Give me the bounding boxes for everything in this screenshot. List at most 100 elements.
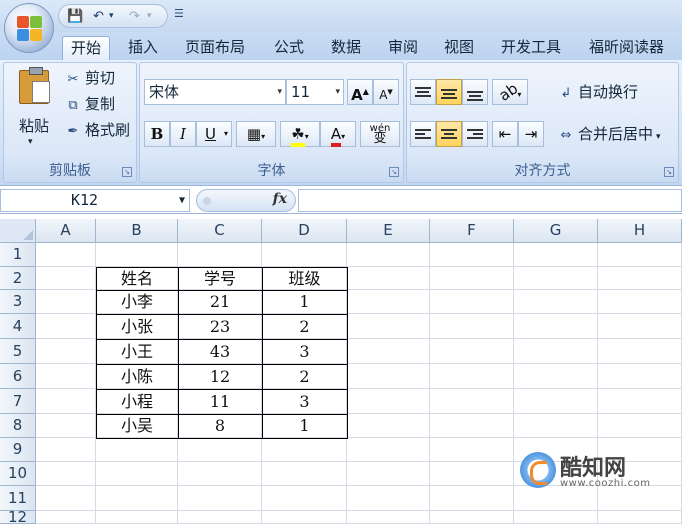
grid-cell[interactable] (178, 462, 262, 486)
table-header-cell[interactable]: 学号 (178, 267, 262, 290)
grid-cell[interactable] (96, 243, 178, 267)
table-cell[interactable]: 3 (262, 389, 347, 414)
grid-cell[interactable] (262, 243, 347, 267)
table-cell[interactable]: 小陈 (96, 364, 178, 389)
grid-cell[interactable] (347, 267, 430, 290)
column-header[interactable]: E (347, 219, 430, 243)
align-middle-button[interactable] (436, 79, 462, 105)
align-center-button[interactable] (436, 121, 462, 147)
grid-cell[interactable] (96, 438, 178, 462)
grid-cell[interactable] (347, 339, 430, 364)
tab-review[interactable]: 审阅 (388, 36, 418, 60)
tab-home[interactable]: 开始 (62, 36, 111, 60)
fill-color-button[interactable]: ☘▾ (280, 121, 320, 147)
grid-cell[interactable] (430, 511, 514, 524)
table-cell[interactable]: 2 (262, 314, 347, 339)
row-header[interactable]: 5 (0, 339, 36, 364)
row-header[interactable]: 12 (0, 510, 36, 524)
grid-cell[interactable] (430, 314, 514, 339)
grow-font-button[interactable]: A▲ (347, 79, 373, 105)
grid-cell[interactable] (598, 339, 682, 364)
grid-cell[interactable] (36, 414, 96, 438)
grid-cell[interactable] (514, 364, 598, 389)
office-button[interactable] (4, 3, 54, 53)
grid-cell[interactable] (262, 462, 347, 486)
grid-cell[interactable] (36, 511, 96, 524)
grid-cell[interactable] (96, 486, 178, 511)
align-left-button[interactable] (410, 121, 436, 147)
orientation-button[interactable]: ab▾ (492, 79, 528, 105)
grid-cell[interactable] (36, 389, 96, 414)
grid-cell[interactable] (347, 511, 430, 524)
tab-formulas[interactable]: 公式 (274, 36, 304, 60)
grid-cell[interactable] (262, 486, 347, 511)
grid-cell[interactable] (430, 438, 514, 462)
table-header-cell[interactable]: 姓名 (96, 267, 178, 290)
paste-dropdown-icon[interactable]: ▾ (28, 137, 33, 147)
row-header[interactable]: 9 (0, 438, 36, 462)
table-cell[interactable]: 1 (262, 414, 347, 438)
column-header[interactable]: A (36, 219, 96, 243)
grid-cell[interactable] (598, 267, 682, 290)
row-header[interactable]: 7 (0, 389, 36, 414)
select-all-corner[interactable] (0, 219, 36, 243)
grid-cell[interactable] (36, 314, 96, 339)
tab-foxit-reader[interactable]: 福昕阅读器 (589, 36, 664, 60)
table-cell[interactable]: 小张 (96, 314, 178, 339)
table-cell[interactable]: 11 (178, 389, 262, 414)
bold-button[interactable]: B (144, 121, 170, 147)
grid-cell[interactable] (347, 290, 430, 314)
row-header[interactable]: 6 (0, 364, 36, 389)
row-header[interactable]: 2 (0, 267, 36, 290)
grid-cell[interactable] (347, 486, 430, 511)
grid-cell[interactable] (36, 243, 96, 267)
font-name-combo[interactable]: 宋体 ▾ (144, 79, 286, 105)
copy-button[interactable]: ⧉ 复制 (64, 93, 115, 115)
table-cell[interactable]: 小王 (96, 339, 178, 364)
undo-icon[interactable]: ↶ (93, 8, 104, 25)
grid-cell[interactable] (430, 462, 514, 486)
grid-cell[interactable] (36, 267, 96, 290)
grid-cell[interactable] (347, 314, 430, 339)
column-header[interactable]: D (262, 219, 347, 243)
grid-cell[interactable] (514, 267, 598, 290)
formula-input[interactable] (298, 189, 682, 212)
table-cell[interactable]: 小吴 (96, 414, 178, 438)
table-cell[interactable]: 12 (178, 364, 262, 389)
tab-developer[interactable]: 开发工具 (501, 36, 561, 60)
grid-cell[interactable] (430, 243, 514, 267)
column-header[interactable]: B (96, 219, 178, 243)
wrap-text-button[interactable]: ↲ 自动换行 (557, 81, 638, 103)
row-header[interactable]: 4 (0, 314, 36, 339)
grid-cell[interactable] (36, 290, 96, 314)
grid-cell[interactable] (514, 389, 598, 414)
format-painter-button[interactable]: ✒ 格式刷 (64, 119, 130, 141)
grid-cell[interactable] (262, 511, 347, 524)
tab-page-layout[interactable]: 页面布局 (185, 36, 245, 60)
grid-cell[interactable] (514, 511, 598, 524)
grid-cell[interactable] (598, 389, 682, 414)
table-cell[interactable]: 1 (262, 290, 347, 314)
name-box[interactable]: K12 ▼ (0, 189, 190, 212)
font-size-combo[interactable]: 11 ▾ (286, 79, 344, 105)
grid-cell[interactable] (178, 243, 262, 267)
table-cell[interactable]: 21 (178, 290, 262, 314)
clipboard-launcher-icon[interactable]: ↘ (122, 167, 132, 177)
column-header[interactable]: C (178, 219, 262, 243)
grid-cell[interactable] (262, 438, 347, 462)
grid-cell[interactable] (347, 243, 430, 267)
alignment-launcher-icon[interactable]: ↘ (664, 167, 674, 177)
undo-dropdown-icon[interactable]: ▾ (109, 8, 114, 25)
grid-cell[interactable] (430, 389, 514, 414)
customize-qat-icon[interactable]: ☰ (174, 7, 184, 20)
align-top-button[interactable] (410, 79, 436, 105)
merge-center-button[interactable]: ⇔ 合并后居中 ▾ (557, 123, 661, 145)
grid-cell[interactable] (347, 438, 430, 462)
table-cell[interactable]: 小李 (96, 290, 178, 314)
grid-cell[interactable] (36, 438, 96, 462)
table-header-cell[interactable]: 班级 (262, 267, 347, 290)
grid-cell[interactable] (36, 339, 96, 364)
grid-cell[interactable] (430, 267, 514, 290)
increase-indent-button[interactable]: ⇥ (518, 121, 544, 147)
grid-cell[interactable] (96, 462, 178, 486)
